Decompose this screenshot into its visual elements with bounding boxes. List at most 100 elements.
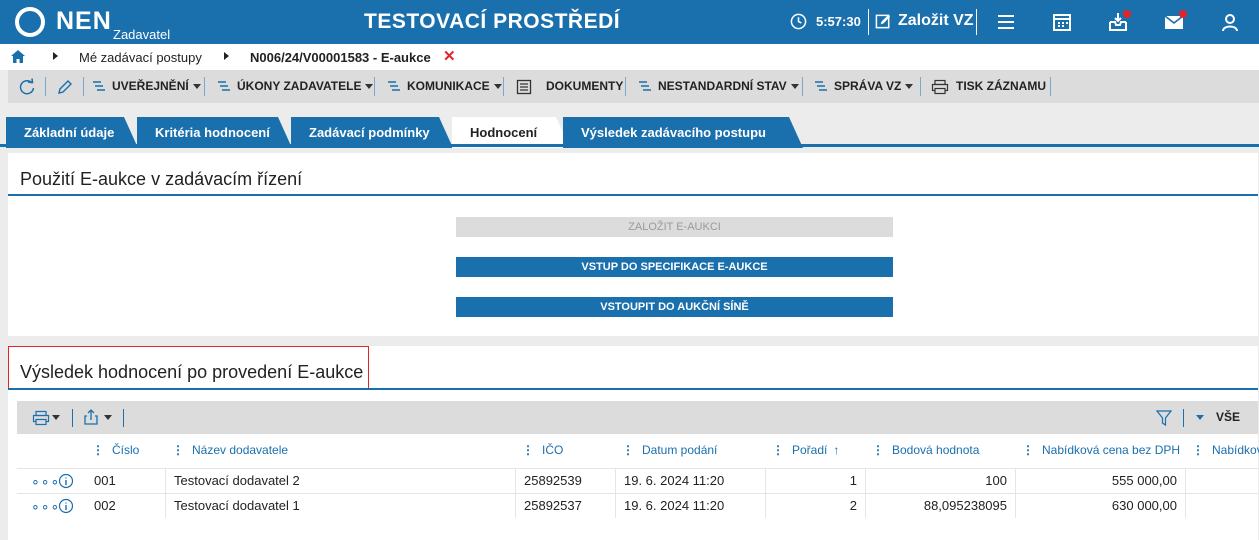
user-icon[interactable] <box>1219 11 1241 33</box>
close-icon[interactable]: ✕ <box>443 47 456 65</box>
row-actions-icon[interactable]: ∘∘∘ <box>31 494 60 518</box>
col-header-nazev[interactable]: ⋮ Název dodavatele <box>172 434 288 467</box>
enter-eauction-spec-button[interactable]: VSTUP DO SPECIFIKACE E-AUKCE <box>456 257 893 277</box>
eauction-panel: Použití E-aukce v zadávacím řízení ZALOŽ… <box>8 153 1258 336</box>
caret-down-icon[interactable] <box>52 415 60 420</box>
column-menu-icon[interactable]: ⋮ <box>622 434 634 467</box>
divider <box>976 9 977 35</box>
refresh-icon[interactable] <box>18 78 36 96</box>
column-menu-icon[interactable]: ⋮ <box>1022 434 1034 467</box>
grid-toolbar: VŠE <box>17 401 1258 434</box>
menu-nestandardni-stav[interactable]: NESTANDARDNÍ STAV <box>638 70 799 103</box>
logo-text: NEN <box>56 7 112 35</box>
caret-down-icon <box>905 84 914 90</box>
divider <box>45 77 46 96</box>
export-icon[interactable] <box>83 409 99 426</box>
filter-icon[interactable] <box>1156 410 1172 426</box>
cell-cena: 555 000,00 <box>1111 473 1177 488</box>
divider <box>868 9 869 35</box>
section-rule <box>8 194 1258 196</box>
menu-ukony-zadavatele[interactable]: ÚKONY ZADAVATELE <box>217 70 374 103</box>
col-header-label: Datum podání <box>642 443 718 457</box>
home-icon[interactable] <box>11 50 25 63</box>
menu-nestandardni-label: NESTANDARDNÍ STAV <box>658 79 787 93</box>
cell-body: 100 <box>985 473 1007 488</box>
caret-down-icon <box>790 84 799 90</box>
list-icon <box>639 81 651 91</box>
table-row[interactable]: ∘∘∘ 002 Testovací dodavatel 1 25892537 1… <box>17 493 1258 518</box>
caret-down-icon[interactable] <box>1196 415 1204 420</box>
divider <box>165 494 166 518</box>
pencil-icon[interactable] <box>56 78 74 96</box>
menu-komunikace-label: KOMUNIKACE <box>407 79 490 93</box>
cell-cislo: 001 <box>94 473 116 488</box>
list-icon <box>93 81 105 91</box>
menu-sprava-label: SPRÁVA VZ <box>834 79 902 93</box>
menu-uverejneni[interactable]: UVEŘEJNĚNÍ <box>92 70 201 103</box>
info-icon[interactable] <box>58 473 74 489</box>
divider <box>625 77 626 96</box>
col-header-body[interactable]: ⋮ Bodová hodnota <box>872 434 979 467</box>
col-header-label: Bodová hodnota <box>892 443 980 457</box>
create-vz-button[interactable]: Založit VZ <box>898 12 974 30</box>
column-menu-icon[interactable]: ⋮ <box>772 434 784 467</box>
sort-ascending-icon[interactable]: ↑ <box>833 443 839 457</box>
edit-icon[interactable] <box>875 13 892 30</box>
row-actions-icon[interactable]: ∘∘∘ <box>31 469 60 493</box>
column-menu-icon[interactable]: ⋮ <box>1192 434 1204 467</box>
col-header-cislo[interactable]: ⋮ Číslo <box>92 434 139 467</box>
divider <box>802 77 803 96</box>
action-toolbar: UVEŘEJNĚNÍ ÚKONY ZADAVATELE KOMUNIKACE D… <box>8 70 1259 103</box>
tab-label: Hodnocení <box>470 125 538 140</box>
printer-icon[interactable] <box>32 410 50 426</box>
divider <box>1050 77 1051 96</box>
menu-icon[interactable] <box>995 11 1017 33</box>
tab-bar: Základní údaje Kritéria hodnocení Zadáva… <box>0 103 1259 147</box>
cell-poradi: 2 <box>849 498 857 513</box>
tab-underline <box>0 144 1259 147</box>
document-icon <box>516 79 532 94</box>
info-icon[interactable] <box>58 498 74 514</box>
create-eauction-button[interactable]: ZALOŽIT E-AUKCI <box>456 217 893 237</box>
divider <box>1183 409 1184 427</box>
cell-nazev: Testovací dodavatel 1 <box>174 498 300 513</box>
breadcrumb-current-procedure: N006/24/V00001583 - E-aukce <box>250 50 431 65</box>
list-icon <box>218 81 230 91</box>
col-header-poradi[interactable]: ⋮ Pořadí ↑ <box>772 434 839 467</box>
col-header-nabidkova[interactable]: ⋮ Nabídkov <box>1192 434 1259 467</box>
cell-datum: 19. 6. 2024 11:20 <box>624 473 725 488</box>
cell-datum: 19. 6. 2024 11:20 <box>624 498 725 513</box>
tab-label: Výsledek zadávacího postupu <box>581 125 766 140</box>
breadcrumb-my-procedures[interactable]: Mé zadávací postupy <box>79 50 202 65</box>
column-menu-icon[interactable]: ⋮ <box>92 434 104 467</box>
cell-ico: 25892539 <box>524 473 582 488</box>
col-header-datum[interactable]: ⋮ Datum podání <box>622 434 717 467</box>
col-header-label: IČO <box>542 443 564 457</box>
divider <box>515 469 516 493</box>
menu-dokumenty[interactable]: DOKUMENTY <box>516 70 623 103</box>
column-menu-icon[interactable]: ⋮ <box>522 434 534 467</box>
eauction-section-title: Použití E-aukce v zadávacím řízení <box>20 169 303 189</box>
menu-komunikace[interactable]: KOMUNIKACE <box>387 70 502 103</box>
col-header-label: Název dodavatele <box>192 443 289 457</box>
environment-title: TESTOVACÍ PROSTŘEDÍ <box>364 10 621 33</box>
column-menu-icon[interactable]: ⋮ <box>172 434 184 467</box>
enter-auction-room-button[interactable]: VSTOUPIT DO AUKČNÍ SÍNĚ <box>456 297 893 317</box>
col-header-ico[interactable]: ⋮ IČO <box>522 434 563 467</box>
table-row[interactable]: ∘∘∘ 001 Testovací dodavatel 2 25892539 1… <box>17 468 1258 493</box>
printer-icon <box>931 79 949 94</box>
caret-down-icon <box>493 84 502 90</box>
nen-logo-icon[interactable] <box>14 6 46 38</box>
filter-all-selector[interactable]: VŠE <box>1216 410 1240 424</box>
col-header-cena[interactable]: ⋮ Nabídková cena bez DPH <box>1022 434 1180 467</box>
calendar-icon[interactable] <box>1051 11 1073 33</box>
divider <box>920 77 921 96</box>
column-menu-icon[interactable]: ⋮ <box>872 434 884 467</box>
menu-tisk-label: TISK ZÁZNAMU <box>956 79 1046 93</box>
caret-down-icon[interactable] <box>104 415 112 420</box>
menu-tisk-zaznamu[interactable]: TISK ZÁZNAMU <box>931 70 1046 103</box>
cell-cislo: 002 <box>94 498 116 513</box>
caret-down-icon <box>192 84 201 90</box>
menu-sprava-vz[interactable]: SPRÁVA VZ <box>814 70 914 103</box>
tab-label: Zadávací podmínky <box>309 125 430 140</box>
